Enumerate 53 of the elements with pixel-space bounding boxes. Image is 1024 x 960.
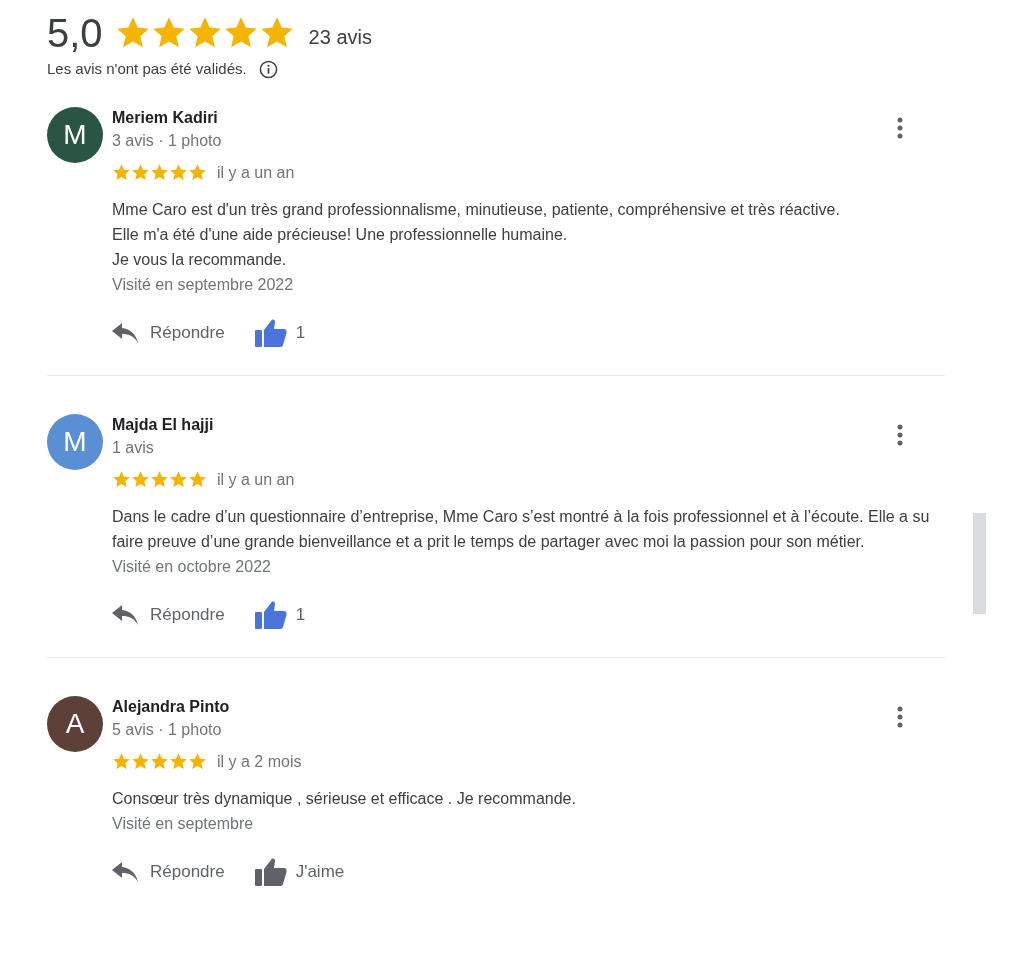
notice-text: Les avis n'ont pas été validés. — [47, 59, 247, 79]
star-icon — [169, 752, 188, 771]
star-icon — [131, 752, 150, 771]
reply-button[interactable]: Répondre — [112, 319, 225, 346]
visit-date: Visité en septembre — [112, 813, 255, 834]
like-button[interactable]: J'aime — [254, 857, 345, 886]
review-text: Consœur très dynamique , sérieuse et efficace . Je recommande. — [112, 788, 577, 809]
star-icon — [131, 163, 150, 182]
avatar[interactable]: M — [47, 413, 103, 470]
avatar[interactable]: A — [47, 695, 103, 752]
thumbs-up-icon — [254, 600, 287, 629]
like-button[interactable]: 1 — [254, 600, 306, 629]
star-icon — [112, 470, 131, 489]
review-text: Dans le cadre d’un questionnaire d’entreprise, Mme Caro s’est montré à la fois professionnel et à l’écoute. Elle a su faire preuve d’une grande bienveillance et a prit le temps de partager avec moi la passion pour son métier. — [112, 506, 931, 552]
like-button[interactable]: 1 — [254, 318, 306, 347]
star-icon — [188, 470, 207, 489]
info-icon[interactable] — [258, 59, 278, 79]
more-options-icon[interactable] — [897, 705, 903, 728]
review-count: 23 avis — [308, 25, 372, 50]
reviewer-name[interactable]: Alejandra Pinto — [112, 695, 230, 718]
star-icon — [169, 470, 188, 489]
reply-arrow-icon — [112, 861, 138, 882]
avatar[interactable]: M — [47, 106, 103, 163]
thumbs-up-icon — [254, 318, 287, 347]
reviewer-name[interactable]: Majda El hajji — [112, 413, 214, 436]
reply-button[interactable]: Répondre — [112, 858, 225, 885]
star-icon — [150, 752, 169, 771]
thumbs-up-icon — [254, 857, 287, 886]
reviewer-meta: 1 avis — [112, 437, 155, 458]
review-time: il y a un an — [217, 469, 295, 490]
review-time: il y a un an — [217, 162, 295, 183]
star-icon — [150, 470, 169, 489]
reviewer-meta: 3 avis · 1 photo — [112, 130, 222, 151]
more-options-icon[interactable] — [897, 423, 903, 446]
star-icon — [150, 163, 169, 182]
reply-button[interactable]: Répondre — [112, 601, 225, 628]
star-icon — [112, 163, 131, 182]
review-time: il y a 2 mois — [217, 751, 302, 772]
reviewer-meta: 5 avis · 1 photo — [112, 719, 223, 740]
scrollbar[interactable] — [973, 513, 986, 614]
review-text: Mme Caro est d'un très grand professionnalisme, minutieuse, patiente, compréhensive et très réactive. Elle m'a été d'une aide précieuse! Une professionnelle humaine. Je vous la recommande. — [112, 199, 841, 270]
visit-date: Visité en octobre 2022 — [112, 556, 272, 577]
star-icon — [131, 470, 150, 489]
star-icon — [188, 752, 207, 771]
more-options-icon[interactable] — [897, 116, 903, 139]
reviewer-name[interactable]: Meriem Kadiri — [112, 106, 222, 129]
reply-arrow-icon — [112, 604, 138, 625]
visit-date: Visité en septembre 2022 — [112, 274, 295, 295]
star-icon — [112, 752, 131, 771]
reply-arrow-icon — [112, 322, 138, 343]
star-icon — [169, 163, 188, 182]
star-icon — [188, 163, 207, 182]
rating-value: 5,0 — [47, 10, 103, 56]
